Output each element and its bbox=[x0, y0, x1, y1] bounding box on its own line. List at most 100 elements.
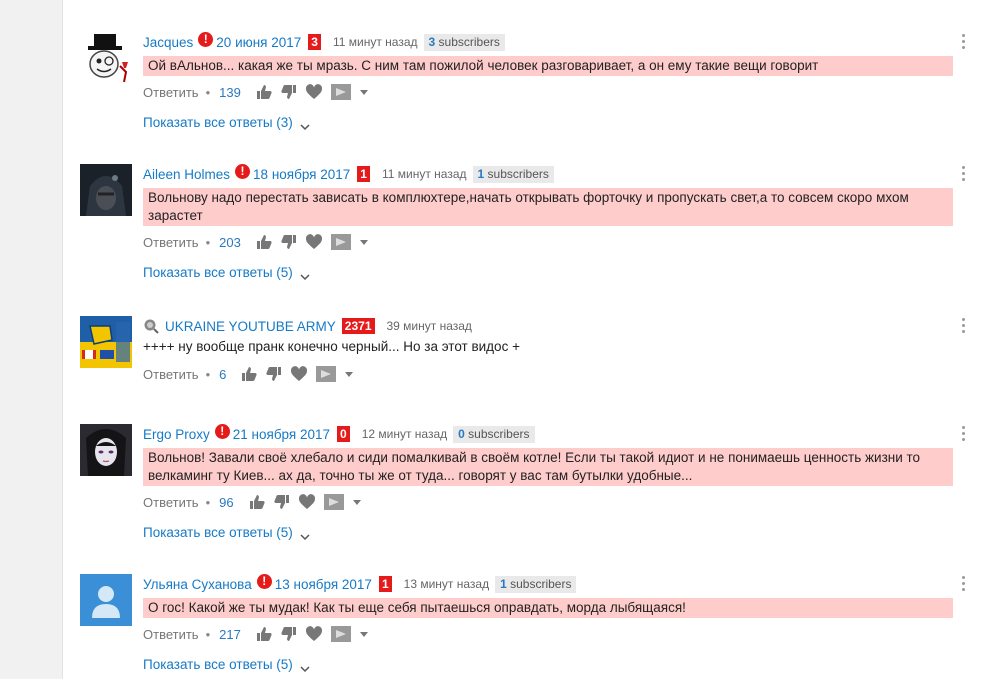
thumbs-up-icon[interactable] bbox=[248, 493, 266, 511]
comment-count-badge: 3 bbox=[308, 34, 321, 50]
dropdown-arrow-icon[interactable] bbox=[352, 493, 362, 511]
thumbs-down-icon[interactable] bbox=[280, 625, 298, 643]
warning-icon: ! bbox=[256, 573, 272, 589]
author-name[interactable]: Aileen Holmes bbox=[143, 167, 230, 182]
show-replies-link[interactable]: Показать все ответы (5) bbox=[143, 657, 963, 672]
comment-time[interactable]: 11 минут назад bbox=[333, 35, 418, 49]
comment-header: Ульяна Суханова ! 13 ноября 2017 1 13 ми… bbox=[143, 573, 963, 594]
comment-text: Вольнов! Завали своё хлебало и сиди пома… bbox=[143, 448, 953, 486]
reply-button[interactable]: Ответить bbox=[143, 495, 199, 510]
show-replies-link[interactable]: Показать все ответы (3) bbox=[143, 115, 963, 130]
subscribers-badge: 1 subscribers bbox=[472, 165, 554, 183]
comment-text: Ой вАльнов... какая же ты мразь. С ним т… bbox=[143, 56, 953, 76]
thumbs-up-icon[interactable] bbox=[255, 83, 273, 101]
dropdown-arrow-icon[interactable] bbox=[359, 625, 369, 643]
warning-icon: ! bbox=[235, 163, 251, 179]
comment-time[interactable]: 39 минут назад bbox=[387, 319, 472, 333]
top-hat-meme-avatar-icon bbox=[80, 32, 132, 84]
thumbs-down-icon[interactable] bbox=[265, 365, 283, 383]
comment-actions: Ответить • 217 bbox=[143, 624, 963, 644]
author-name[interactable]: Ульяна Суханова bbox=[143, 577, 252, 592]
dropdown-arrow-icon[interactable] bbox=[359, 83, 369, 101]
reply-button[interactable]: Ответить bbox=[143, 627, 199, 642]
subscribers-badge: 0 subscribers bbox=[453, 425, 535, 443]
more-options-icon[interactable] bbox=[962, 34, 966, 50]
avatar[interactable] bbox=[80, 574, 132, 626]
comment-count-badge: 1 bbox=[378, 576, 392, 592]
author-name[interactable]: Jacques bbox=[143, 35, 193, 50]
separator-dot: • bbox=[205, 494, 211, 510]
thumbs-up-icon[interactable] bbox=[255, 625, 273, 643]
chevron-down-icon bbox=[300, 119, 310, 130]
flag-play-icon[interactable] bbox=[315, 365, 337, 383]
comment-time[interactable]: 12 минут назад bbox=[362, 427, 447, 441]
flag-play-icon[interactable] bbox=[323, 493, 345, 511]
more-options-icon[interactable] bbox=[962, 426, 966, 442]
comment-actions: Ответить • 96 bbox=[143, 492, 963, 512]
show-replies-label: Показать все ответы (3) bbox=[143, 115, 293, 130]
comment-header: Ergo Proxy ! 21 ноября 2017 0 12 минут н… bbox=[143, 423, 963, 444]
dropdown-arrow-icon[interactable] bbox=[344, 365, 354, 383]
flag-play-icon[interactable] bbox=[330, 233, 352, 251]
author-name[interactable]: UKRAINE YOUTUBE ARMY bbox=[165, 319, 336, 334]
avatar[interactable] bbox=[80, 164, 132, 216]
comment-time[interactable]: 13 минут назад bbox=[404, 577, 489, 591]
show-replies-link[interactable]: Показать все ответы (5) bbox=[143, 525, 963, 540]
heart-icon[interactable] bbox=[305, 625, 323, 643]
show-replies-link[interactable]: Показать все ответы (5) bbox=[143, 265, 963, 280]
author-name[interactable]: Ergo Proxy bbox=[143, 427, 210, 442]
flag-play-icon[interactable] bbox=[330, 625, 352, 643]
show-replies-label: Показать все ответы (5) bbox=[143, 657, 293, 672]
reply-button[interactable]: Ответить bbox=[143, 235, 199, 250]
show-replies-label: Показать все ответы (5) bbox=[143, 525, 293, 540]
more-options-icon[interactable] bbox=[962, 166, 966, 182]
dropdown-arrow-icon[interactable] bbox=[359, 233, 369, 251]
separator-dot: • bbox=[205, 626, 211, 642]
chevron-down-icon bbox=[300, 529, 310, 540]
comment-count-badge: 1 bbox=[357, 166, 370, 182]
more-options-icon[interactable] bbox=[962, 576, 966, 592]
thumbs-down-icon[interactable] bbox=[280, 83, 298, 101]
heart-icon[interactable] bbox=[305, 233, 323, 251]
avatar[interactable] bbox=[80, 32, 132, 84]
anime-girl-avatar-icon bbox=[80, 424, 132, 476]
heart-icon[interactable] bbox=[298, 493, 316, 511]
comment-text: ++++ ну вообще пранк конечно черный... Н… bbox=[143, 339, 520, 354]
heart-icon[interactable] bbox=[305, 83, 323, 101]
thumbs-down-icon[interactable] bbox=[280, 233, 298, 251]
reply-button[interactable]: Ответить bbox=[143, 85, 199, 100]
search-profile-icon bbox=[143, 318, 159, 334]
comment-time[interactable]: 11 минут назад bbox=[382, 167, 467, 181]
ukraine-army-avatar-icon bbox=[80, 316, 132, 368]
separator-dot: • bbox=[205, 84, 211, 100]
comment-count-badge: 0 bbox=[337, 426, 350, 442]
comment-header: UKRAINE YOUTUBE ARMY 2371 39 минут назад bbox=[143, 316, 963, 336]
subscribers-label: subscribers bbox=[510, 576, 572, 591]
comment-actions: Ответить • 6 bbox=[143, 364, 963, 384]
comment-actions: Ответить • 203 bbox=[143, 232, 963, 252]
registration-date: 20 июня 2017 bbox=[216, 34, 302, 50]
avatar[interactable] bbox=[80, 316, 132, 368]
thumbs-up-icon[interactable] bbox=[240, 365, 258, 383]
comment-actions: Ответить • 139 bbox=[143, 82, 963, 102]
avatar[interactable] bbox=[80, 424, 132, 476]
thumbs-up-icon[interactable] bbox=[255, 233, 273, 251]
thumbs-down-icon[interactable] bbox=[273, 493, 291, 511]
separator-dot: • bbox=[205, 366, 211, 382]
subscribers-count: 3 bbox=[428, 34, 436, 49]
default-user-avatar-icon bbox=[80, 574, 132, 626]
more-options-icon[interactable] bbox=[962, 318, 966, 334]
heart-icon[interactable] bbox=[290, 365, 308, 383]
registration-date: 18 ноября 2017 bbox=[253, 166, 351, 182]
chevron-down-icon bbox=[300, 661, 310, 672]
comment-count-badge: 2371 bbox=[341, 318, 375, 334]
subscribers-label: subscribers bbox=[438, 34, 500, 49]
subscribers-count: 1 bbox=[500, 576, 507, 591]
comment-text: Вольнову надо перестать зависать в компл… bbox=[143, 188, 953, 226]
flag-play-icon[interactable] bbox=[330, 83, 352, 101]
warning-icon: ! bbox=[214, 423, 230, 439]
subscribers-badge: 1 subscribers bbox=[495, 575, 577, 593]
reply-button[interactable]: Ответить bbox=[143, 367, 199, 382]
like-count: 96 bbox=[219, 494, 234, 510]
comment-header: Aileen Holmes ! 18 ноября 2017 1 11 мину… bbox=[143, 163, 963, 184]
